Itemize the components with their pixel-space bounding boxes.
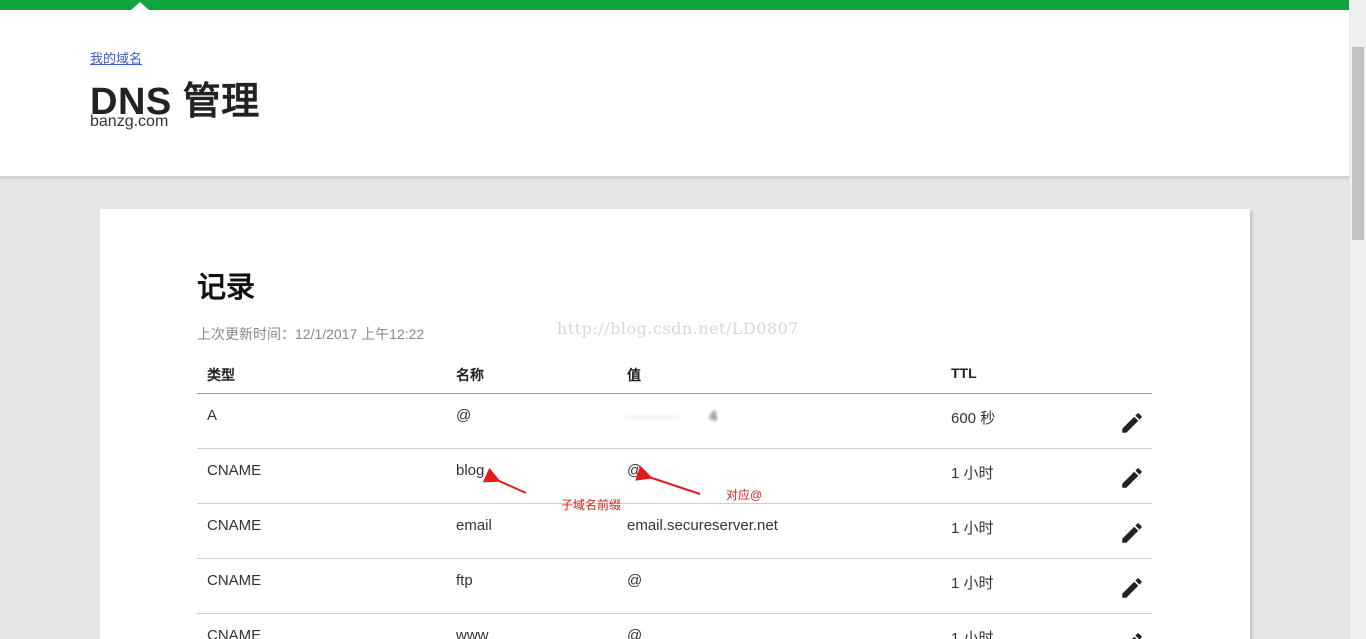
arrow-to-blog-icon — [482, 467, 527, 494]
annotation-arrows — [482, 465, 701, 495]
annotation-maps-to-at: 对应@ — [726, 488, 763, 502]
annotation-subdomain-prefix: 子域名前缀 — [561, 498, 622, 512]
arrow-to-at-icon — [635, 465, 701, 495]
